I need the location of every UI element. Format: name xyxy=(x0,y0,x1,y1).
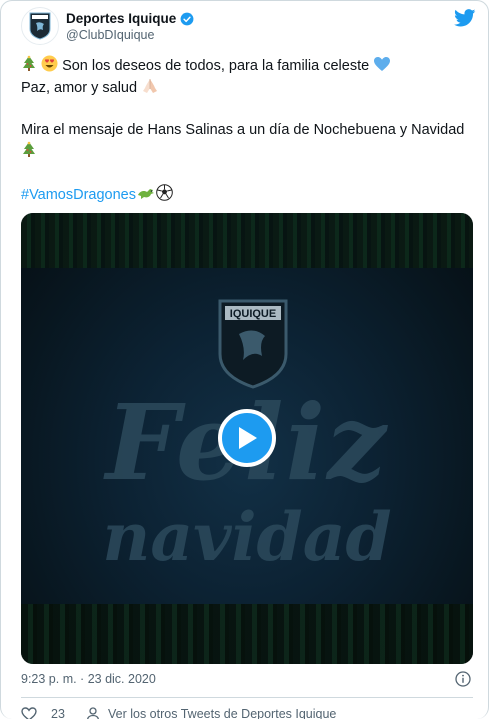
tweet-line-3: Mira el mensaje de Hans Salinas a un día… xyxy=(21,120,471,163)
user-info: Deportes Iquique @ClubDIquique xyxy=(66,11,194,42)
tweet-line-3-text: Mira el mensaje de Hans Salinas a un día… xyxy=(21,122,465,138)
person-icon xyxy=(87,707,99,719)
more-tweets-label[interactable]: Ver los otros Tweets de Deportes Iquique xyxy=(108,707,336,719)
garland-decoration xyxy=(21,213,473,268)
heart-outline-icon xyxy=(21,707,37,719)
club-crest-icon xyxy=(29,12,51,40)
soccer-ball-icon xyxy=(156,184,173,201)
play-icon xyxy=(239,427,257,449)
video-title-line-2: navidad xyxy=(102,498,392,576)
twitter-bird-icon[interactable] xyxy=(454,9,476,27)
heart-eyes-emoji-icon xyxy=(41,55,58,72)
more-tweets-link[interactable]: Ver los otros Tweets de Deportes Iquique xyxy=(86,707,336,719)
author-name[interactable]: Deportes Iquique xyxy=(66,11,176,26)
club-crest-logo: IQUIQUE xyxy=(218,299,288,389)
hashtag-link[interactable]: #VamosDragones xyxy=(21,187,136,203)
info-icon[interactable] xyxy=(455,671,471,687)
dragon-icon xyxy=(138,189,154,199)
blue-heart-icon xyxy=(374,57,391,71)
crest-label: IQUIQUE xyxy=(230,308,276,320)
tweet-line-blank xyxy=(21,99,471,120)
avatar[interactable] xyxy=(21,7,59,45)
tweet-line-4: #VamosDragones xyxy=(21,184,471,206)
tweet-card: Deportes Iquique @ClubDIquique Son los d… xyxy=(0,0,489,719)
verified-badge-icon xyxy=(180,12,194,25)
tweet-line-1: Son los deseos de todos, para la familia… xyxy=(21,55,471,77)
christmas-tree-icon xyxy=(23,141,35,157)
divider xyxy=(21,697,473,698)
like-count: 23 xyxy=(51,707,65,719)
author-name-row[interactable]: Deportes Iquique xyxy=(66,11,194,26)
tweet-line-2-text: Paz, amor y salud xyxy=(21,80,142,96)
tweet-text: Son los deseos de todos, para la familia… xyxy=(21,55,471,206)
author-handle[interactable]: @ClubDIquique xyxy=(66,28,194,42)
tweet-line-1-text: Son los deseos de todos, para la familia… xyxy=(62,58,374,74)
video-player[interactable]: IQUIQUE Feliz navidad xyxy=(21,213,473,664)
garland-decoration xyxy=(21,604,473,664)
folded-hands-icon xyxy=(143,79,158,93)
tweet-timestamp[interactable]: 9:23 p. m. · 23 dic. 2020 xyxy=(21,672,156,686)
tweet-header: Deportes Iquique @ClubDIquique xyxy=(21,7,476,47)
christmas-tree-icon xyxy=(23,55,35,71)
play-button[interactable] xyxy=(218,409,276,467)
tweet-actions: 23 Ver los otros Tweets de Deportes Iqui… xyxy=(21,707,481,719)
like-button[interactable]: 23 xyxy=(21,707,65,719)
tweet-line-2: Paz, amor y salud xyxy=(21,77,471,99)
tweet-line-blank xyxy=(21,163,471,184)
